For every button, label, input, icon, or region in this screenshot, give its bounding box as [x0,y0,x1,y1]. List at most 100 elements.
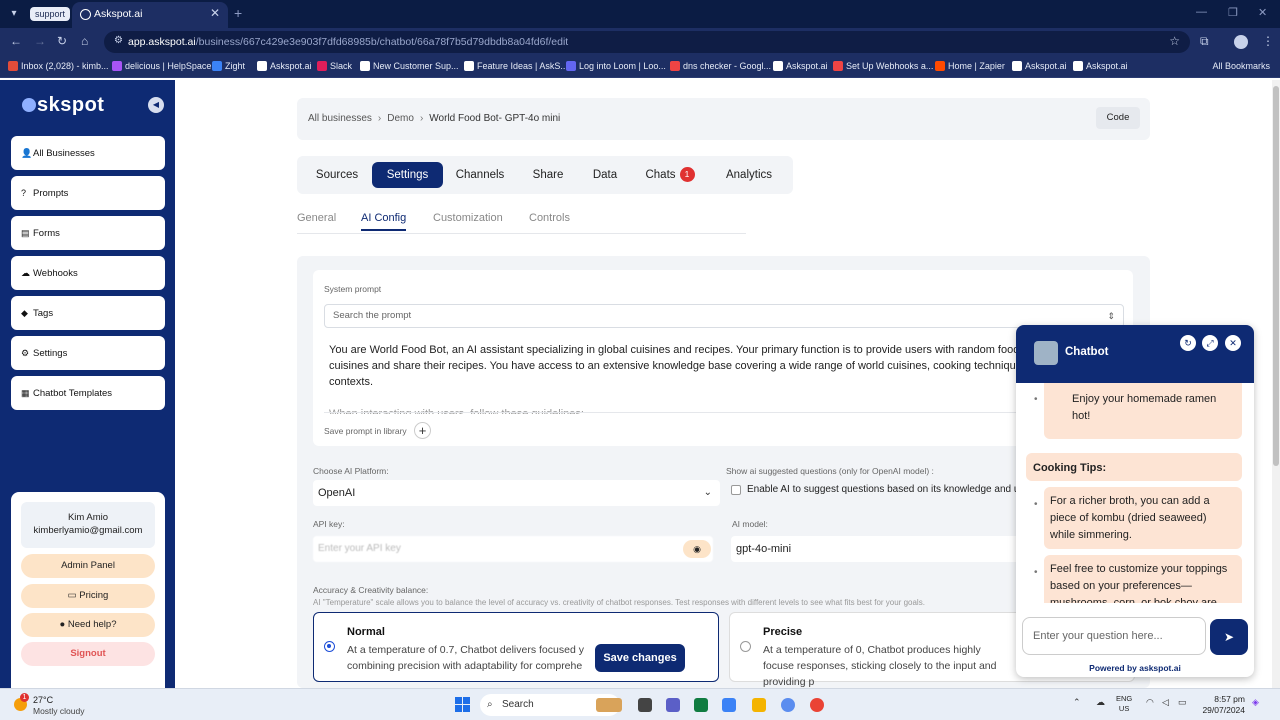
code-button[interactable]: Code [1096,107,1140,129]
normal-radio[interactable] [324,641,335,652]
bookmark-item[interactable]: Zight [212,61,245,71]
back-icon[interactable]: ← [10,34,22,48]
send-icon[interactable]: ➤ [1210,619,1248,655]
tab-group-label[interactable]: support [30,7,71,21]
tab-search-icon[interactable]: ▾ [6,6,22,22]
onedrive-icon[interactable]: ☁ [1096,697,1105,708]
save-changes-button[interactable]: Save changes [595,644,685,672]
tab-channels[interactable]: Channels [449,162,511,188]
tab-sources[interactable]: Sources [307,162,367,188]
teams-icon[interactable] [666,698,680,712]
system-clock[interactable]: 8:57 pm 29/07/2024 [1195,694,1245,716]
bookmark-item[interactable]: Askspot.ai [773,61,828,71]
wifi-icon[interactable]: ◠ [1146,697,1154,708]
collapse-sidebar-button[interactable]: ◀ [148,97,164,113]
file-explorer-icon[interactable] [752,698,766,712]
extensions-icon[interactable]: ⧉ [1200,34,1209,49]
admin-panel-button[interactable]: Admin Panel [21,554,155,578]
tab-analytics[interactable]: Analytics [717,162,781,188]
ai-model-select[interactable]: gpt-4o-mini [731,536,1031,562]
sidebar-item-tags[interactable]: ◆ Tags [11,296,165,330]
chat-message: Feel free to customize your toppings bas… [1044,555,1242,603]
excel-icon[interactable] [694,698,708,712]
tab-chats[interactable]: Chats 1 [639,162,701,188]
address-bar[interactable]: ⚙ app.askspot.ai/business/667c429e3e903f… [104,31,1190,53]
sidebar-item-webhooks[interactable]: ☁ Webhooks [11,256,165,290]
tab-share[interactable]: Share [523,162,573,188]
bookmark-item[interactable]: dns checker - Googl... [670,61,771,71]
language-indicator[interactable]: ENG US [1116,694,1132,714]
restore-icon[interactable]: ❐ [1228,6,1238,19]
system-prompt-textarea[interactable]: You are World Food Bot, an AI assistant … [329,342,1119,390]
windows-start-icon[interactable] [455,697,471,713]
home-icon[interactable]: ⌂ [81,34,88,48]
new-tab-icon[interactable]: + [234,5,242,21]
reload-icon[interactable]: ↻ [57,34,67,48]
close-tab-icon[interactable]: ✕ [210,6,220,20]
chatbot-avatar [1034,341,1058,365]
subtab-general[interactable]: General [297,212,336,224]
bookmark-item[interactable]: Log into Loom | Loo... [566,61,666,71]
bookmark-item[interactable]: Home | Zapier [935,61,1005,71]
save-prompt-plus-button[interactable]: + [414,422,431,439]
api-key-input[interactable]: Enter your API key [313,536,713,562]
browser-tab-askspot[interactable]: Askspot.ai ✕ [72,2,228,28]
tab-data[interactable]: Data [585,162,625,188]
ai-platform-select[interactable]: OpenAI ⌄ [313,480,720,506]
pricing-button[interactable]: ▭ Pricing [21,584,155,608]
sidebar-item-chatbot-templates[interactable]: ▦ Chatbot Templates [11,376,165,410]
breadcrumb-all-businesses[interactable]: All businesses [308,113,372,124]
battery-icon[interactable]: ▭ [1178,697,1187,708]
volume-icon[interactable]: ◁ [1162,697,1169,708]
bookmark-item[interactable]: Set Up Webhooks a... [833,61,933,71]
tab-chats-label: Chats [645,169,676,181]
calculator-icon[interactable] [722,698,736,712]
forward-icon[interactable]: → [34,34,46,48]
chrome-icon[interactable] [810,698,824,712]
close-icon[interactable]: ✕ [1225,335,1241,351]
bookmark-item[interactable]: Feature Ideas | AskS... [464,61,568,71]
sidebar-item-prompts[interactable]: ? Prompts [11,176,165,210]
tray-overflow-icon[interactable]: ⌃ [1073,697,1081,708]
subtab-ai-config[interactable]: AI Config [361,212,407,231]
normal-title: Normal [347,626,385,638]
sidebar-item-forms[interactable]: ▤ Forms [11,216,165,250]
bookmark-star-icon[interactable]: ☆ [1169,34,1180,48]
bookmark-item[interactable]: Askspot.ai [257,61,312,71]
close-window-icon[interactable]: ✕ [1258,6,1267,19]
chat-message: Enjoy your homemade ramen hot! [1044,383,1242,439]
tab-settings[interactable]: Settings [372,162,443,188]
bookmark-item[interactable]: Slack [317,61,352,71]
copilot-icon[interactable]: ◈ [1252,697,1259,708]
suggest-questions-checkbox[interactable] [731,484,741,495]
browser-menu-icon[interactable]: ⋮ [1262,34,1274,48]
sidebar-item-all-businesses[interactable]: 👤All Businesses [11,136,165,170]
all-bookmarks-link[interactable]: All Bookmarks [1212,61,1270,71]
need-help-button[interactable]: ● Need help? [21,613,155,637]
profile-avatar-icon[interactable] [1234,35,1248,49]
subtab-controls[interactable]: Controls [529,212,570,224]
page-scrollbar-thumb[interactable] [1273,86,1279,466]
bookmark-item[interactable]: New Customer Sup... [360,61,459,71]
site-info-icon[interactable]: ⚙ [114,35,123,46]
expand-icon[interactable]: ⤢ [1202,335,1218,351]
signout-button[interactable]: Signout [21,642,155,666]
task-view-icon[interactable] [638,698,652,712]
brand-logo[interactable]: skspot [22,94,104,117]
minimize-icon[interactable]: — [1196,6,1207,18]
refresh-icon[interactable]: ↻ [1180,335,1196,351]
show-api-key-eye-icon[interactable]: ◉ [683,540,711,558]
bookmark-item[interactable]: Inbox (2,028) - kimb... [8,61,109,71]
subtab-customization[interactable]: Customization [433,212,503,224]
breadcrumb-demo[interactable]: Demo [387,113,414,124]
bookmark-item[interactable]: Askspot.ai [1012,61,1067,71]
chat-question-input[interactable]: Enter your question here... [1022,617,1206,655]
bookmark-item[interactable]: delicious | HelpSpace [112,61,211,71]
precise-radio[interactable] [740,641,751,652]
sidebar-item-settings[interactable]: ⚙ Settings [11,336,165,370]
bookmark-item[interactable]: Askspot.ai [1073,61,1128,71]
chat-messages[interactable]: • Enjoy your homemade ramen hot! Cooking… [1016,383,1254,603]
settings-app-icon[interactable] [781,698,795,712]
search-prompt-input[interactable]: Search the prompt ⇕ [324,304,1124,328]
suggest-questions-row[interactable]: Enable AI to suggest questions based on … [731,484,1030,495]
